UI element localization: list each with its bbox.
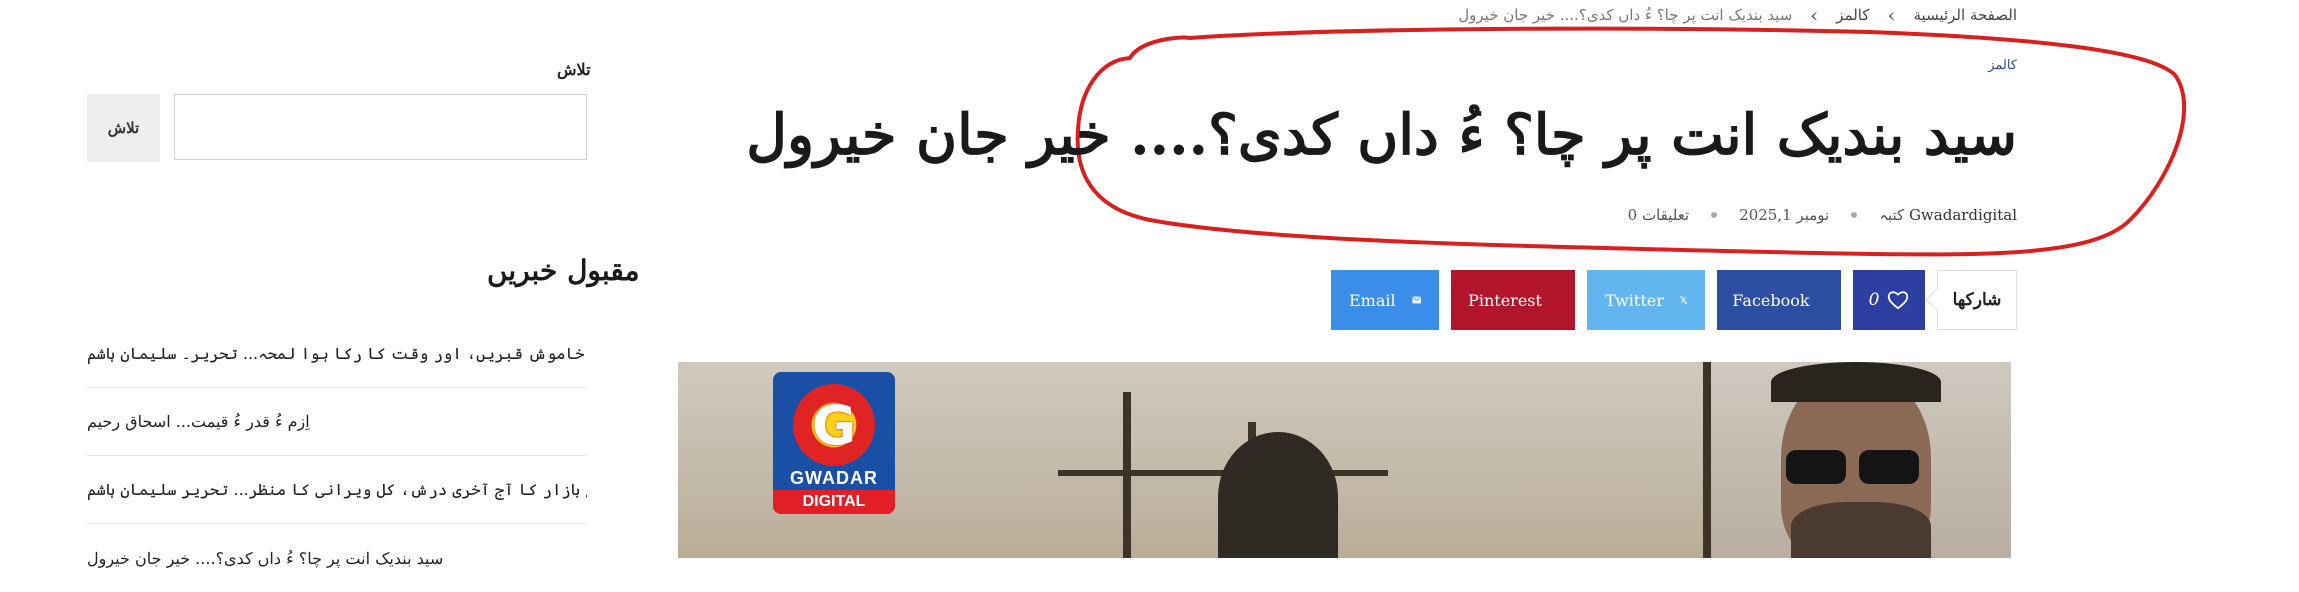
share-bar: شارکھا 0 Facebook Twitter Pinterest Emai… bbox=[1331, 270, 2017, 332]
popular-news-list: کچا ایئرپورٹ، خاموش قبریں، اور وقت کا رک… bbox=[87, 320, 587, 592]
author-photo bbox=[1711, 362, 2011, 558]
facebook-share-button[interactable]: Facebook bbox=[1717, 270, 1841, 330]
author-link[interactable]: Gwadardigital bbox=[1909, 206, 2017, 224]
search-widget-title: تلاش bbox=[557, 60, 591, 79]
search-button[interactable]: تلاش bbox=[87, 94, 160, 162]
comments-link[interactable]: 0 تعلیقات bbox=[1628, 206, 1690, 224]
like-button[interactable]: 0 bbox=[1853, 270, 1925, 330]
twitter-label: Twitter bbox=[1605, 290, 1664, 310]
logo-letter: G bbox=[811, 393, 857, 457]
meta-separator bbox=[1711, 212, 1718, 218]
logo-bottom-text: DIGITAL bbox=[773, 490, 895, 514]
meta-separator bbox=[1851, 212, 1858, 218]
pinterest-label: Pinterest bbox=[1468, 290, 1542, 310]
twitter-share-button[interactable]: Twitter bbox=[1587, 270, 1705, 330]
wooden-pole bbox=[1703, 362, 1711, 558]
heart-icon bbox=[1888, 291, 1909, 310]
x-logo-icon bbox=[1679, 296, 1687, 304]
pinterest-share-button[interactable]: Pinterest bbox=[1451, 270, 1575, 330]
hair bbox=[1771, 362, 1941, 402]
sunglasses-lens bbox=[1786, 450, 1846, 484]
author-prefix: کتبہ bbox=[1879, 206, 1905, 224]
logo-top-text: GWADAR bbox=[790, 468, 878, 488]
article-meta: کتبہ Gwadardigital نومبر 2025,1 0 تعلیقا… bbox=[1628, 206, 2017, 224]
popular-news-item[interactable]: سید بندیک انت پر چا؟ ءُ داں کدی؟.... خیر… bbox=[87, 524, 587, 592]
publish-date: نومبر 2025,1 bbox=[1739, 206, 1830, 224]
email-share-button[interactable]: Email bbox=[1331, 270, 1439, 330]
gwadar-digital-logo: G GWADAR DIGITAL bbox=[773, 372, 895, 514]
popular-news-item[interactable]: اِزم ءُ قدر ءُ قیمت... اسحاق رحیم bbox=[87, 388, 587, 456]
popular-news-title: مقبول خبریں bbox=[487, 254, 640, 287]
sunglasses-lens bbox=[1859, 450, 1919, 484]
envelope-icon bbox=[1412, 296, 1421, 304]
share-label: شارکھا bbox=[1937, 270, 2017, 330]
logo-circle: G bbox=[793, 384, 875, 466]
popular-news-item[interactable]: کچا ایئرپورٹ، خاموش قبریں، اور وقت کا رک… bbox=[87, 320, 587, 388]
article-category-link[interactable]: کالمز bbox=[1988, 58, 2017, 73]
article-title: سید بندیک انت پر چا؟ ءُ داں کدی؟.... خیر… bbox=[746, 102, 2017, 168]
like-count: 0 bbox=[1868, 290, 1880, 310]
featured-image: G GWADAR DIGITAL bbox=[678, 362, 2011, 558]
search-input[interactable] bbox=[174, 94, 587, 160]
statue-head bbox=[1218, 432, 1338, 558]
facebook-label: Facebook bbox=[1732, 290, 1810, 310]
email-label: Email bbox=[1349, 290, 1396, 310]
author-line: کتبہ Gwadardigital bbox=[1879, 206, 2017, 224]
popular-news-item[interactable]: گوادر کا موٹر سائیکل مکینکوں کے بازار کا… bbox=[87, 456, 587, 524]
beard bbox=[1791, 502, 1931, 558]
